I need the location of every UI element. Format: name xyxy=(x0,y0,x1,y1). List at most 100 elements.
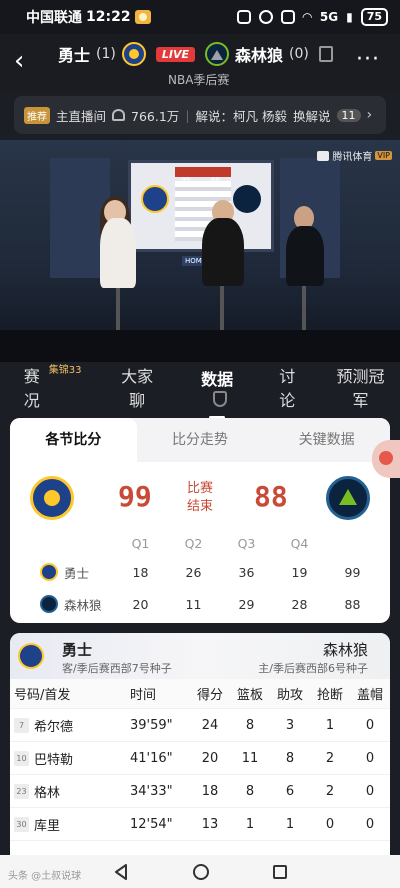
points: 20 xyxy=(201,750,219,766)
column-header[interactable]: 盖帽 xyxy=(350,684,390,703)
channel-tag: 推荐 xyxy=(24,106,50,124)
timberwolves-logo-icon xyxy=(205,42,229,66)
column-header[interactable]: 抢断 xyxy=(310,684,350,703)
nav-recent-apps-icon[interactable] xyxy=(273,864,287,879)
studio-floor xyxy=(0,330,400,362)
shield-icon xyxy=(213,390,228,407)
quarter-row-away: 森林狼 20 11 29 28 88 xyxy=(10,588,390,620)
status-line-2: 结束 xyxy=(186,499,213,514)
quarter-label: Q3 xyxy=(237,535,256,551)
quarter-score: 11 xyxy=(185,596,202,612)
tab-chat[interactable]: 大家聊 xyxy=(106,363,169,411)
column-header[interactable]: 得分 xyxy=(190,684,230,703)
away-series-score: (0) xyxy=(289,46,309,62)
total-score: 88 xyxy=(344,596,361,612)
blocks: 0 xyxy=(365,750,375,766)
quarter-score: 19 xyxy=(291,564,308,580)
team-cell: 森林狼 xyxy=(10,595,114,614)
status-line-1: 比赛 xyxy=(186,481,213,496)
back-button[interactable]: ‹ xyxy=(14,48,34,76)
away-final-score: 88 xyxy=(254,480,288,513)
video-player[interactable]: 99 88 HOME 腾讯体育 VIP xyxy=(0,140,400,362)
channel-name: 主直播间 xyxy=(56,108,107,124)
minutes: 41'16" xyxy=(130,750,173,766)
tab-label: 预测冠军 xyxy=(336,367,385,410)
commentary-bar[interactable]: 推荐 主直播间 766.1万 | 解说：柯凡 杨毅 换解说 11 › xyxy=(14,96,386,134)
player-name: 库里 xyxy=(34,818,61,834)
quarter-label: Q4 xyxy=(290,535,309,551)
separator: | xyxy=(185,107,190,123)
quarter-score: 26 xyxy=(185,564,202,580)
nav-back-icon[interactable] xyxy=(113,863,129,881)
broadcaster-watermark: 腾讯体育 VIP xyxy=(317,148,392,163)
screen-score-bar: 99 88 xyxy=(175,167,231,184)
system-nav-bar: 头条 @土叔说球 xyxy=(0,855,400,888)
blocks: 0 xyxy=(365,816,375,832)
tab-predict-champion[interactable]: 预测冠军 xyxy=(321,363,400,411)
floating-chat-button[interactable] xyxy=(372,440,400,478)
more-options-button[interactable]: ··· xyxy=(356,49,380,71)
status-icons: ◠ 5G ▮ 75 xyxy=(236,8,388,26)
team-name: 森林狼 xyxy=(64,597,102,613)
table-row[interactable]: 10 巴特勒 41'16" 20 11 8 2 0 xyxy=(10,742,390,775)
home-team-tab[interactable]: 勇士 xyxy=(62,639,92,660)
assists: 8 xyxy=(285,750,295,766)
warriors-logo-icon xyxy=(121,42,146,66)
stool-leg xyxy=(302,286,306,330)
player-cell: 30 库里 xyxy=(10,815,130,834)
steals: 0 xyxy=(325,816,335,832)
table-row[interactable]: 30 库里 12'54" 13 1 1 0 0 xyxy=(10,808,390,841)
signal-icon: ▮ xyxy=(346,10,353,24)
player-name: 格林 xyxy=(34,785,61,801)
main-tabs: 赛况 集锦33 大家聊 数据 讨论 预测冠军 xyxy=(0,362,400,419)
points: 13 xyxy=(201,816,219,832)
tab-discussion[interactable]: 讨论 xyxy=(263,363,311,411)
rebounds: 8 xyxy=(245,783,255,799)
steals: 2 xyxy=(325,783,335,799)
steals: 2 xyxy=(325,750,335,766)
tab-live-status[interactable]: 赛况 集锦33 xyxy=(8,363,82,411)
broadcaster-logo-icon xyxy=(317,150,330,161)
wifi-icon: ◠ xyxy=(302,10,312,24)
tab-score-trend[interactable]: 比分走势 xyxy=(137,418,264,462)
share-icon[interactable] xyxy=(318,46,333,62)
network-type: 5G xyxy=(319,10,339,24)
total-score: 99 xyxy=(344,564,361,580)
tab-label: 大家聊 xyxy=(121,367,154,410)
points: 18 xyxy=(201,783,219,799)
live-badge: LIVE xyxy=(155,46,195,62)
table-row[interactable]: 23 格林 34'33" 18 8 6 2 0 xyxy=(10,775,390,808)
column-header: 号码/首发 xyxy=(14,688,71,703)
player-cell: 23 格林 xyxy=(10,782,130,801)
points: 24 xyxy=(201,717,219,733)
quarter-label: Q2 xyxy=(184,535,203,551)
home-team-seed: 客/季后赛西部7号种子 xyxy=(62,662,172,675)
team-name: 勇士 xyxy=(64,565,90,581)
away-team-tab[interactable]: 森林狼 xyxy=(323,639,368,660)
watermark-text: 腾讯体育 xyxy=(332,152,373,163)
switch-commentator-button[interactable]: 换解说 xyxy=(293,106,331,125)
jersey-number: 30 xyxy=(14,816,29,832)
commentator-names: 解说：柯凡 杨毅 xyxy=(195,108,288,124)
assists: 3 xyxy=(285,717,295,733)
tab-label: 讨论 xyxy=(279,367,296,410)
away-team-name: 森林狼 xyxy=(235,46,284,65)
column-header[interactable]: 时间 xyxy=(130,684,190,703)
assists: 1 xyxy=(285,816,295,832)
status-bar: 中国联通 12:22 ◠ 5G ▮ 75 xyxy=(0,0,400,34)
player-stats-table: 号码/首发 时间 得分 篮板 助攻 抢断 盖帽 7 希尔德 39'59" 24 … xyxy=(10,679,390,841)
column-header[interactable]: 篮板 xyxy=(230,684,270,703)
viewer-count: 766.1万 xyxy=(131,108,180,124)
column-header[interactable]: 助攻 xyxy=(270,684,310,703)
nav-home-icon[interactable] xyxy=(193,863,209,880)
tab-quarter-scores[interactable]: 各节比分 xyxy=(10,418,137,462)
tab-data[interactable]: 数据 xyxy=(181,366,254,419)
minutes: 39'59" xyxy=(130,717,173,733)
home-team-name: 勇士 xyxy=(58,46,91,65)
alarm-icon xyxy=(258,10,273,24)
carrier-name: 中国联通 xyxy=(26,10,82,26)
table-row[interactable]: 7 希尔德 39'59" 24 8 3 1 0 xyxy=(10,709,390,742)
tab-key-stats[interactable]: 关键数据 xyxy=(263,418,390,462)
weather-icon xyxy=(134,10,151,24)
match-header: ‹ 勇士 (1) LIVE 森林狼 (0) NBA季后赛 ··· xyxy=(0,34,400,92)
